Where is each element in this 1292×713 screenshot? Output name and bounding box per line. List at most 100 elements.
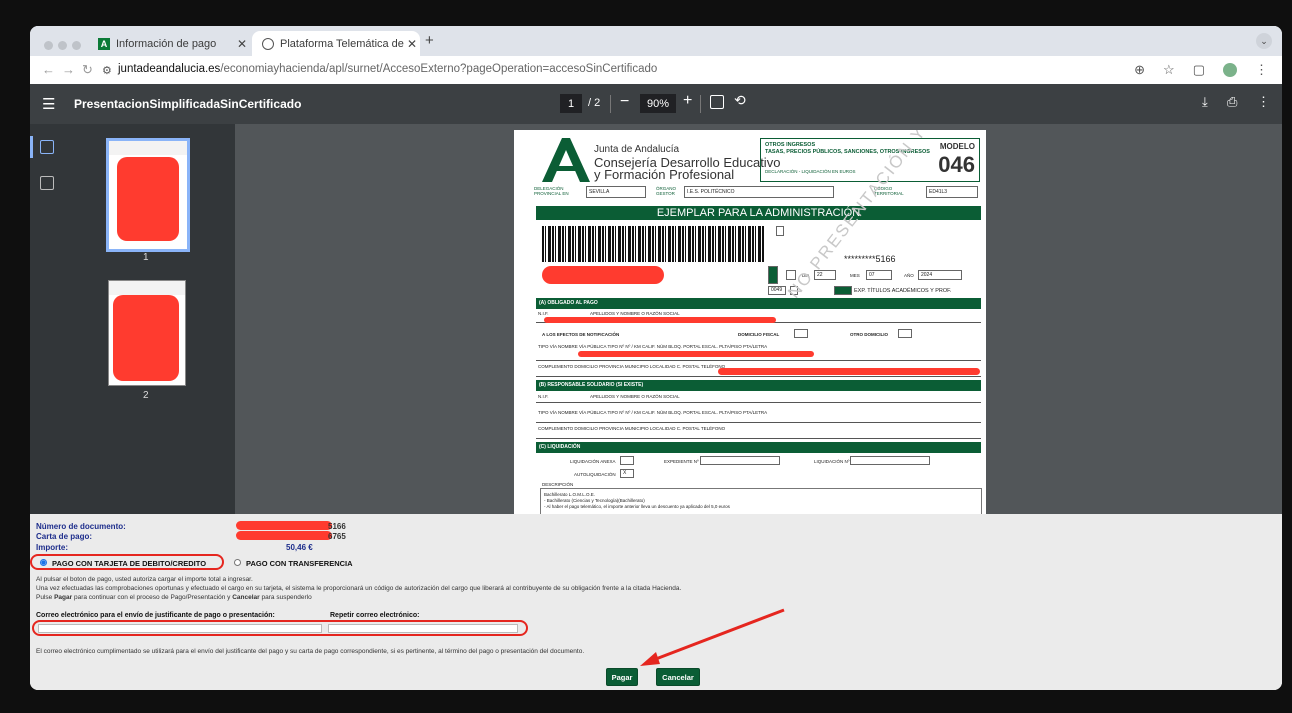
expediente-label: EXPEDIENTE Nº xyxy=(664,459,699,464)
concept-code: 0049 xyxy=(768,286,786,295)
menu-hamburger-icon[interactable]: ☰ xyxy=(42,95,55,113)
profile-avatar[interactable] xyxy=(1223,63,1237,77)
pdf-title: PresentacionSimplificadaSinCertificado xyxy=(74,97,302,111)
transfer-payment-radio[interactable] xyxy=(234,559,241,566)
category-label: OTROS INGRESOS xyxy=(765,142,816,148)
card-payment-radio[interactable] xyxy=(40,559,47,566)
new-tab-button[interactable]: + xyxy=(425,32,434,49)
fit-page-icon[interactable] xyxy=(710,95,724,109)
email-input[interactable] xyxy=(38,624,322,633)
pdf-viewer: 1 2 Junta de Andalucía Consejería Desarr… xyxy=(30,124,1282,514)
page-total: / 2 xyxy=(588,97,601,109)
redaction xyxy=(113,295,179,381)
autoliquidacion-box: X xyxy=(620,469,634,478)
delegacion-label: DELEGACIÓN PROVINCIAL EN xyxy=(534,186,569,196)
autoliquidacion-label: AUTOLIQUIDACIÓN xyxy=(574,472,616,477)
form-line xyxy=(536,438,981,439)
tab-plataforma-telematica[interactable]: Plataforma Telemática de Pa ✕ xyxy=(252,31,420,56)
modelo-number: 046 xyxy=(938,152,975,177)
otro-domicilio-checkbox xyxy=(898,329,912,338)
concept-text: EXP. TÍTULOS ACADÉMICOS Y PROF. xyxy=(854,288,952,294)
thumbnail-header xyxy=(109,281,185,295)
nif-label: N.I.F. xyxy=(538,311,549,316)
carta-value: 6765 xyxy=(328,532,346,541)
delegacion-row: DELEGACIÓN PROVINCIAL EN SEVILLA ÓRGANO … xyxy=(534,186,982,202)
more-options-icon[interactable]: ⋮ xyxy=(1257,94,1270,110)
doc-number-value: 5166 xyxy=(328,522,346,531)
month-value: 07 xyxy=(866,270,892,280)
download-icon[interactable]: ⤓ xyxy=(1202,94,1208,110)
email-repeat-input[interactable] xyxy=(328,624,518,633)
descripcion-text: Bachillerato L.O.M.L.O.E. - Bachillerato… xyxy=(544,492,730,510)
outline-view-icon[interactable] xyxy=(40,176,54,190)
descripcion-box: Bachillerato L.O.M.L.O.E. - Bachillerato… xyxy=(540,488,982,514)
name-label: APELLIDOS Y NOMBRE O RAZÓN SOCIAL xyxy=(590,311,680,316)
address-labels: TIPO VÍA NOMBRE VÍA PÚBLICA TIPO Nº Nº /… xyxy=(538,344,768,349)
section-b-header: (B) RESPONSABLE SOLIDARIO (SI EXISTE) xyxy=(536,380,981,391)
site-info-icon[interactable]: ⚙ xyxy=(102,64,112,77)
year-value: 2024 xyxy=(918,270,962,280)
liquidacion-label: LIQUIDACIÓN ANEXA xyxy=(570,459,616,464)
rotate-icon[interactable]: ⟲ xyxy=(734,92,746,109)
tab-informacion-pago[interactable]: A Información de pago ✕ xyxy=(92,31,250,56)
address-labels-2: COMPLEMENTO DOMICILIO PROVINCIA MUNICIPI… xyxy=(538,426,726,431)
bookmark-star-icon[interactable]: ☆ xyxy=(1163,62,1175,78)
tab-overview-icon[interactable]: ▢ xyxy=(1193,62,1205,78)
tab-search-icon[interactable]: ⌄ xyxy=(1256,33,1272,49)
name-label: APELLIDOS Y NOMBRE O RAZÓN SOCIAL xyxy=(590,394,680,399)
page-thumbnail-1[interactable] xyxy=(106,138,190,252)
pay-button[interactable]: Pagar xyxy=(606,668,638,686)
zoom-icon[interactable]: ⊕ xyxy=(1134,62,1145,78)
liquidacion-n-box xyxy=(850,456,930,465)
importe-label: Importe: xyxy=(36,543,68,552)
organo-value: I.E.S. POLITÉCNICO xyxy=(684,186,834,198)
year-label: AÑO xyxy=(904,273,914,278)
delegacion-value: SEVILLA xyxy=(586,186,646,198)
doc-number-label: Número de documento: xyxy=(36,522,126,531)
liquidacion-box xyxy=(620,456,634,465)
close-tab-icon[interactable]: ✕ xyxy=(404,37,420,51)
zoom-in-button[interactable]: + xyxy=(683,92,692,110)
info-line: Al pulsar el boton de pago, usted autori… xyxy=(36,576,253,583)
close-tab-icon[interactable]: ✕ xyxy=(234,37,250,51)
globe-icon xyxy=(262,37,274,50)
url-field[interactable]: juntadeandalucia.es/economiayhacienda/ap… xyxy=(118,63,657,75)
form-line xyxy=(536,376,981,377)
maximize-window-button[interactable] xyxy=(72,41,81,50)
back-arrow-icon[interactable]: ← xyxy=(42,62,55,77)
redaction xyxy=(117,157,179,241)
email-repeat-label: Repetir correo electrónico: xyxy=(330,612,420,619)
zoom-level-input[interactable]: 90% xyxy=(640,94,676,113)
thumbnail-header xyxy=(109,141,187,155)
minimize-window-button[interactable] xyxy=(58,41,67,50)
modelo-box: OTROS INGRESOS TASAS, PRECIOS PÚBLICOS, S… xyxy=(760,138,980,182)
thumbnail-label: 2 xyxy=(143,390,149,401)
print-icon[interactable]: ⎙ xyxy=(1227,94,1237,110)
barcode xyxy=(542,226,764,262)
reload-icon[interactable]: ↻ xyxy=(82,62,93,78)
redaction xyxy=(544,317,776,323)
transfer-payment-label[interactable]: PAGO CON TRANSFERENCIA xyxy=(246,559,353,568)
tab-strip: A Información de pago ✕ Plataforma Telem… xyxy=(30,26,1282,56)
section-c-header: (C) LIQUIDACIÓN xyxy=(536,442,981,453)
close-window-button[interactable] xyxy=(44,41,53,50)
redaction xyxy=(236,531,332,540)
carta-label: Carta de pago: xyxy=(36,532,93,541)
desc-line: - Al haber el pago telemático, el import… xyxy=(544,504,730,509)
cancel-button[interactable]: Cancelar xyxy=(656,668,700,686)
zoom-out-button[interactable]: − xyxy=(620,93,629,111)
forward-arrow-icon[interactable]: → xyxy=(62,62,75,77)
page-number-input[interactable]: 1 xyxy=(560,94,582,113)
page-thumbnail-2[interactable] xyxy=(108,280,186,386)
browser-menu-icon[interactable]: ⋮ xyxy=(1255,62,1268,78)
redaction xyxy=(578,351,814,357)
doc-number: *********5166 xyxy=(844,254,896,264)
pdf-page: Junta de Andalucía Consejería Desarrollo… xyxy=(514,130,986,514)
email-label: Correo electrónico para el envío de just… xyxy=(36,612,275,619)
thumbnails-view-icon[interactable] xyxy=(40,140,54,154)
redaction xyxy=(236,521,332,530)
form-line xyxy=(536,402,981,403)
card-payment-label[interactable]: PAGO CON TARJETA DE DEBITO/CREDITO xyxy=(52,559,206,568)
window-controls[interactable] xyxy=(44,37,86,55)
thumbnail-label: 1 xyxy=(143,252,149,263)
